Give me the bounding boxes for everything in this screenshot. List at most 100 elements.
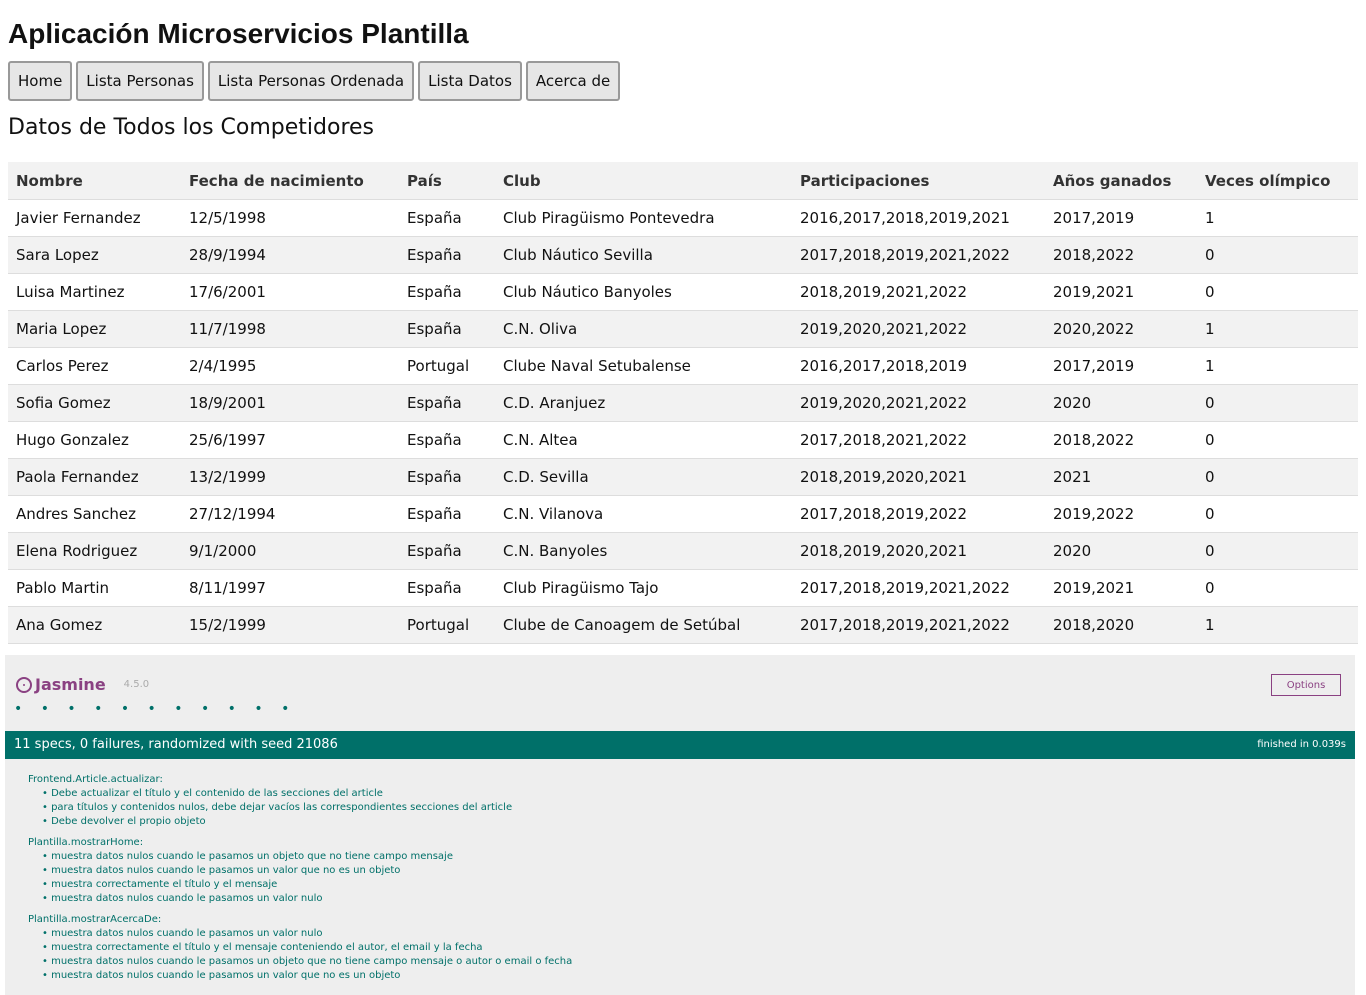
jasmine-version: 4.5.0 [123,679,150,690]
jasmine-flower-icon [16,676,32,693]
cell-pais: España [399,310,495,348]
cell-club: Clube de Canoagem de Setúbal [495,606,792,644]
table-row: Sofia Gomez 18/9/2001 España C.D. Aranjuez 2… [8,384,1358,422]
cell-fecha: 11/7/1998 [181,310,399,348]
cell-anos-ganados: 2020,2022 [1045,310,1197,348]
cell-participaciones: 2018,2019,2020,2021 [792,532,1045,570]
cell-veces-olimpico: 0 [1197,495,1358,533]
jasmine-suite-name[interactable]: Plantilla.mostrarAcercaDe: [28,913,572,927]
cell-fecha: 12/5/1998 [181,199,399,237]
cell-nombre: Ana Gomez [8,606,181,644]
jasmine-test-reporter: Jasmine 4.5.0 Options • • • • • • • • • … [5,655,1355,995]
column-header-participaciones: Participaciones [792,162,1045,200]
competitors-table: Nombre Fecha de nacimiento País Club Par… [8,162,1358,644]
cell-pais: España [399,384,495,422]
jasmine-results-list: Frontend.Article.actualizar:Debe actuali… [28,773,572,990]
nav-lista-datos-button[interactable]: Lista Datos [418,61,522,101]
jasmine-suite: Plantilla.mostrarAcercaDe:muestra datos … [28,913,572,983]
cell-anos-ganados: 2017,2019 [1045,347,1197,385]
nav-acerca-de-button[interactable]: Acerca de [525,61,621,101]
column-header-fecha: Fecha de nacimiento [181,162,399,200]
cell-fecha: 9/1/2000 [181,532,399,570]
cell-participaciones: 2016,2017,2018,2019 [792,347,1045,385]
cell-club: Club Piragüismo Pontevedra [495,199,792,237]
cell-fecha: 15/2/1999 [181,606,399,644]
jasmine-summary-text[interactable]: 11 specs, 0 failures, randomized with se… [14,737,338,752]
table-row: Paola Fernandez 13/2/1999 España C.D. Sevil… [8,458,1358,496]
jasmine-suite-name[interactable]: Plantilla.mostrarHome: [28,836,572,850]
jasmine-spec-item[interactable]: muestra datos nulos cuando le pasamos un… [28,927,572,941]
nav-lista-personas-ordenada-button[interactable]: Lista Personas Ordenada [207,61,415,101]
jasmine-banner: Jasmine 4.5.0 [16,675,149,694]
cell-participaciones: 2017,2018,2019,2021,2022 [792,236,1045,274]
cell-pais: España [399,569,495,607]
cell-pais: España [399,532,495,570]
cell-club: C.D. Aranjuez [495,384,792,422]
cell-club: Club Piragüismo Tajo [495,569,792,607]
app-title: Aplicación Microservicios Plantilla [8,18,469,49]
jasmine-spec-item[interactable]: Debe actualizar el título y el contenido… [28,787,572,801]
jasmine-logo-text: Jasmine [35,675,106,694]
cell-club: Club Náutico Banyoles [495,273,792,311]
column-header-anos-ganados: Años ganados [1045,162,1197,200]
cell-club: C.N. Altea [495,421,792,459]
jasmine-spec-item[interactable]: muestra correctamente el título y el men… [28,878,572,892]
cell-club: C.N. Oliva [495,310,792,348]
cell-participaciones: 2017,2018,2021,2022 [792,421,1045,459]
app-container: Aplicación Microservicios Plantilla Home… [0,0,1366,644]
cell-fecha: 25/6/1997 [181,421,399,459]
cell-pais: Portugal [399,606,495,644]
cell-pais: España [399,199,495,237]
cell-club: Clube Naval Setubalense [495,347,792,385]
cell-nombre: Elena Rodriguez [8,532,181,570]
cell-anos-ganados: 2020 [1045,384,1197,422]
jasmine-spec-item[interactable]: muestra datos nulos cuando le pasamos un… [28,892,572,906]
nav-home-button[interactable]: Home [8,61,73,101]
cell-fecha: 27/12/1994 [181,495,399,533]
cell-anos-ganados: 2019,2021 [1045,273,1197,311]
cell-participaciones: 2019,2020,2021,2022 [792,384,1045,422]
jasmine-spec-item[interactable]: Debe devolver el propio objeto [28,815,572,829]
column-header-pais: País [399,162,495,200]
cell-nombre: Carlos Perez [8,347,181,385]
jasmine-spec-item[interactable]: muestra datos nulos cuando le pasamos un… [28,969,572,983]
column-header-club: Club [495,162,792,200]
cell-fecha: 18/9/2001 [181,384,399,422]
cell-anos-ganados: 2019,2022 [1045,495,1197,533]
table-row: Maria Lopez 11/7/1998 España C.N. Oliva 2019… [8,310,1358,348]
cell-fecha: 2/4/1995 [181,347,399,385]
jasmine-spec-dots: • • • • • • • • • • • [14,701,297,717]
cell-veces-olimpico: 0 [1197,384,1358,422]
section-title: Datos de Todos los Competidores [8,115,374,140]
cell-participaciones: 2018,2019,2020,2021 [792,458,1045,496]
jasmine-spec-item[interactable]: para títulos y contenidos nulos, debe de… [28,801,572,815]
cell-participaciones: 2018,2019,2021,2022 [792,273,1045,311]
cell-anos-ganados: 2021 [1045,458,1197,496]
cell-fecha: 28/9/1994 [181,236,399,274]
cell-club: Club Náutico Sevilla [495,236,792,274]
cell-veces-olimpico: 1 [1197,199,1358,237]
cell-veces-olimpico: 0 [1197,421,1358,459]
cell-club: C.D. Sevilla [495,458,792,496]
cell-anos-ganados: 2018,2020 [1045,606,1197,644]
cell-fecha: 17/6/2001 [181,273,399,311]
cell-club: C.N. Vilanova [495,495,792,533]
cell-participaciones: 2016,2017,2018,2019,2021 [792,199,1045,237]
jasmine-suite-name[interactable]: Frontend.Article.actualizar: [28,773,572,787]
jasmine-suite: Frontend.Article.actualizar:Debe actuali… [28,773,572,829]
nav-lista-personas-button[interactable]: Lista Personas [76,61,204,101]
jasmine-logo: Jasmine [16,675,106,694]
jasmine-options-button[interactable]: Options [1271,674,1341,696]
cell-nombre: Maria Lopez [8,310,181,348]
cell-anos-ganados: 2018,2022 [1045,421,1197,459]
cell-pais: España [399,421,495,459]
cell-anos-ganados: 2020 [1045,532,1197,570]
jasmine-spec-item[interactable]: muestra datos nulos cuando le pasamos un… [28,850,572,864]
jasmine-spec-item[interactable]: muestra datos nulos cuando le pasamos un… [28,955,572,969]
cell-participaciones: 2017,2018,2019,2022 [792,495,1045,533]
cell-veces-olimpico: 0 [1197,532,1358,570]
cell-veces-olimpico: 1 [1197,606,1358,644]
cell-pais: España [399,495,495,533]
jasmine-spec-item[interactable]: muestra correctamente el título y el men… [28,941,572,955]
jasmine-spec-item[interactable]: muestra datos nulos cuando le pasamos un… [28,864,572,878]
